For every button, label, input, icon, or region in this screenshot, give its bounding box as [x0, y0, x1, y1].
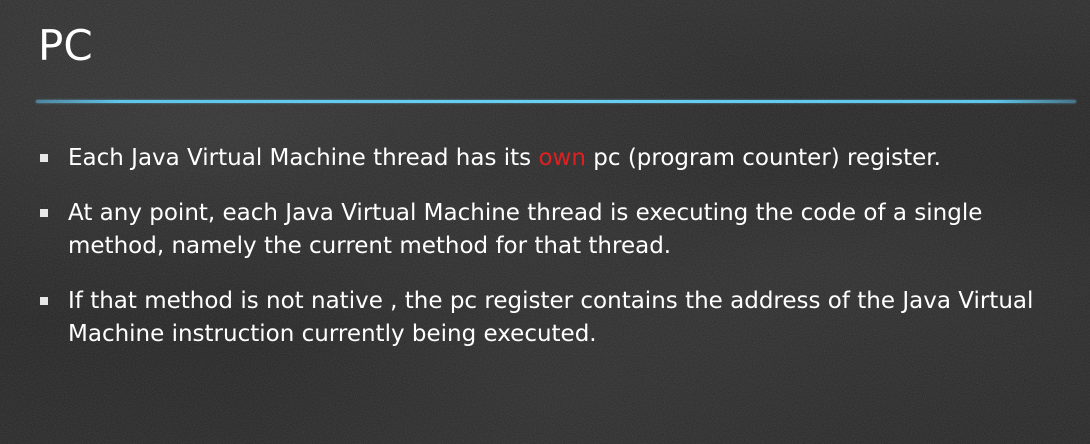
slide: PC Each Java Virtual Machine thread has … — [0, 0, 1090, 444]
bullet-text-after: pc (program counter) register. — [585, 145, 941, 171]
title-divider — [36, 100, 1076, 103]
bullet-text: At any point, each Java Virtual Machine … — [68, 200, 983, 259]
bullet-item: If that method is not native , the pc re… — [40, 285, 1050, 351]
bullet-list: Each Java Virtual Machine thread has its… — [40, 142, 1050, 373]
bullet-square-icon — [40, 297, 48, 305]
bullet-text: If that method is not native , the pc re… — [68, 288, 1034, 347]
bullet-item: Each Java Virtual Machine thread has its… — [40, 142, 1050, 175]
slide-title: PC — [38, 21, 93, 70]
bullet-item: At any point, each Java Virtual Machine … — [40, 197, 1050, 263]
bullet-square-icon — [40, 209, 48, 217]
bullet-square-icon — [40, 154, 48, 162]
bullet-highlight: own — [538, 145, 586, 171]
bullet-text: Each Java Virtual Machine thread has its — [68, 145, 539, 171]
